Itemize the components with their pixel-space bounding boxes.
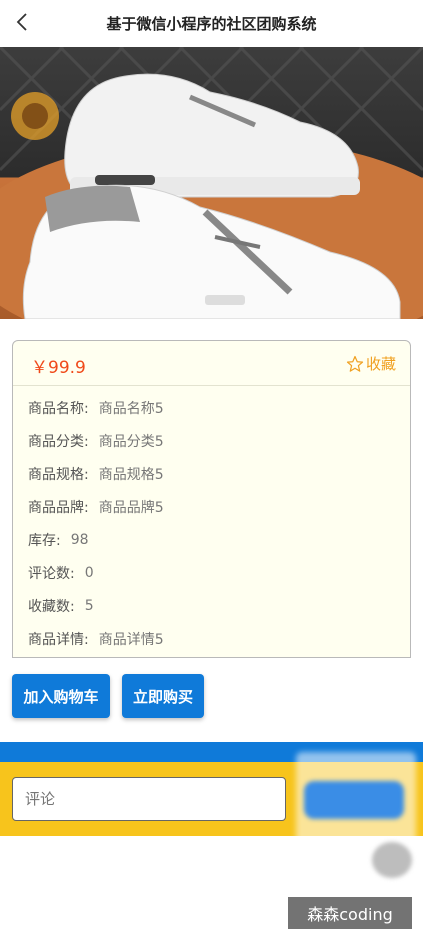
field-row: 商品详情: 商品详情5 <box>28 622 164 655</box>
floating-action-button[interactable] <box>11 92 59 140</box>
field-label: 商品详情: <box>28 631 89 648</box>
field-row: 商品名称: 商品名称5 <box>28 391 164 424</box>
favorite-label: 收藏 <box>365 355 396 373</box>
field-value: 0 <box>84 564 94 581</box>
field-value: 商品规格5 <box>98 466 164 483</box>
field-label: 评论数: <box>28 565 75 582</box>
field-label: 商品规格: <box>28 466 89 483</box>
comment-input[interactable] <box>12 777 286 821</box>
buy-now-button[interactable]: 立即购买 <box>122 674 204 718</box>
add-to-cart-button[interactable]: 加入购物车 <box>12 674 110 718</box>
favorite-button[interactable]: 收藏 <box>346 353 396 374</box>
field-row: 商品规格: 商品规格5 <box>28 457 164 490</box>
field-value: 商品分类5 <box>98 433 164 450</box>
field-label: 库存: <box>28 532 61 549</box>
field-row: 收藏数: 5 <box>28 589 164 622</box>
page-title: 基于微信小程序的社区团购系统 <box>106 15 317 33</box>
field-label: 收藏数: <box>28 598 75 615</box>
watermark: 森森coding <box>288 897 412 929</box>
product-price: ￥99.9 <box>31 358 86 378</box>
top-bar: 基于微信小程序的社区团购系统 <box>0 0 423 48</box>
field-label: 商品品牌: <box>28 499 89 516</box>
field-row: 商品品牌: 商品品牌5 <box>28 490 164 523</box>
field-value: 5 <box>84 597 94 614</box>
field-row: 评论数: 0 <box>28 556 164 589</box>
field-label: 商品名称: <box>28 400 89 417</box>
field-value: 商品品牌5 <box>98 499 164 516</box>
field-label: 商品分类: <box>28 433 89 450</box>
price-row: ￥99.9 收藏 <box>13 341 410 386</box>
submit-comment-button[interactable] <box>304 781 404 819</box>
star-icon <box>346 355 364 372</box>
field-row: 库存: 98 <box>28 523 164 556</box>
circle-icon <box>22 103 48 129</box>
product-field-list: 商品名称: 商品名称5 商品分类: 商品分类5 商品规格: 商品规格5 商品品牌… <box>28 391 164 655</box>
floating-round-button[interactable] <box>372 842 412 878</box>
field-value: 商品详情5 <box>98 631 164 648</box>
sneaker-product-photo <box>0 47 423 319</box>
field-value: 98 <box>70 531 89 548</box>
product-info-card: ￥99.9 收藏 商品名称: 商品名称5 商品分类: 商品分类5 商品规格: 商… <box>12 340 411 658</box>
product-image-carousel[interactable] <box>0 47 423 319</box>
field-row: 商品分类: 商品分类5 <box>28 424 164 457</box>
field-value: 商品名称5 <box>98 400 164 417</box>
